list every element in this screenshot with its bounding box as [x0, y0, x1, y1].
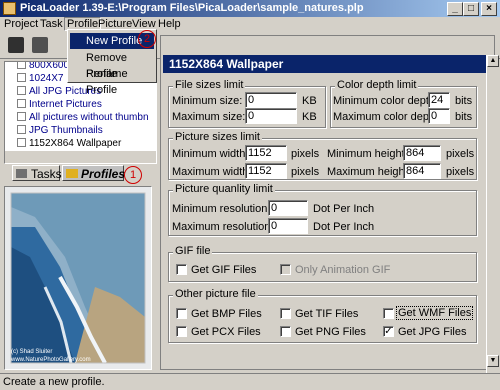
preview-image: (c) Shad Sluiter www.NaturePhotoGallery.… — [4, 186, 152, 370]
max-height-field[interactable]: 864 — [403, 163, 441, 179]
max-resolution-unit: Dot Per Inch — [313, 221, 375, 233]
photo-credit-url: www.NaturePhotoGallery.com — [11, 357, 91, 363]
max-width-unit: pixels — [291, 166, 320, 178]
menu-item-remove-profile[interactable]: Remove Profile — [70, 50, 154, 80]
min-size-unit: KB — [302, 95, 317, 107]
color-depth-caption: Color depth limit — [335, 79, 419, 91]
title-bar: PicaLoader 1.39-E:\Program Files\PicaLoa… — [0, 0, 500, 17]
status-bar: Create a new profile. — [0, 373, 500, 389]
only-animation-gif-checkbox[interactable] — [280, 264, 291, 275]
tab-profiles[interactable]: Profiles — [62, 165, 125, 181]
scroll-up-icon[interactable]: ▲ — [487, 55, 499, 67]
get-jpg-label: Get JPG Files — [398, 326, 467, 338]
beach-photo — [5, 187, 151, 369]
get-tif-checkbox[interactable] — [280, 308, 291, 319]
min-height-label: Minimum height: — [327, 148, 408, 160]
max-width-field[interactable]: 1152 — [245, 163, 287, 179]
get-bmp-checkbox[interactable] — [176, 308, 187, 319]
min-depth-label: Minimum color depth: — [333, 95, 439, 107]
only-animation-gif-label: Only Animation GIF — [295, 264, 391, 276]
checkbox-icon — [17, 125, 26, 134]
checkbox-icon — [17, 99, 26, 108]
minimize-button[interactable]: _ — [447, 2, 463, 16]
menu-task[interactable]: Task — [40, 18, 63, 30]
get-wmf-checkbox[interactable] — [383, 308, 394, 319]
checkbox-icon — [17, 138, 26, 147]
get-png-label: Get PNG Files — [295, 326, 366, 338]
settings-scrollbar[interactable]: ▲ ▼ — [486, 55, 499, 373]
get-gif-checkbox[interactable] — [176, 264, 187, 275]
checkbox-icon — [17, 86, 26, 95]
menu-project[interactable]: Project — [4, 18, 38, 30]
get-gif-label: Get GIF Files — [191, 264, 257, 276]
tree-item-wallpaper[interactable]: 1152X864 Wallpaper — [17, 137, 121, 150]
max-depth-label: Maximum color depth: — [333, 111, 442, 123]
panel-title: 1152X864 Wallpaper — [163, 55, 486, 73]
tab-tasks[interactable]: Tasks — [12, 165, 62, 181]
max-resolution-label: Maximum resolution: — [172, 221, 274, 233]
max-size-label: Maximum size: — [172, 111, 246, 123]
gif-caption: GIF file — [173, 245, 213, 257]
min-width-field[interactable]: 1152 — [245, 145, 287, 161]
menu-item-rename-profile[interactable]: Rename Profile — [70, 66, 154, 96]
get-wmf-label: Get WMF Files — [396, 306, 474, 320]
max-size-unit: KB — [302, 111, 317, 123]
tree-item-no-thumbnails[interactable]: All pictures without thumbn — [17, 111, 149, 124]
tree-item-internet[interactable]: Internet Pictures — [17, 98, 102, 111]
close-button[interactable]: × — [481, 2, 497, 16]
min-resolution-field[interactable]: 0 — [268, 200, 308, 216]
tree-item-1024x7[interactable]: 1024X7 — [17, 72, 63, 85]
open-folder-icon[interactable] — [6, 35, 26, 55]
min-resolution-label: Minimum resolution: — [172, 203, 271, 215]
app-icon — [3, 2, 16, 15]
photo-credit: (c) Shad Sluiter — [11, 349, 53, 355]
max-depth-field[interactable]: 0 — [428, 108, 450, 124]
get-pcx-label: Get PCX Files — [191, 326, 261, 338]
get-pcx-checkbox[interactable] — [176, 326, 187, 337]
min-height-field[interactable]: 864 — [403, 145, 441, 161]
min-height-unit: pixels — [446, 148, 475, 160]
min-depth-field[interactable]: 24 — [428, 92, 450, 108]
checkbox-icon — [17, 62, 26, 69]
max-size-field[interactable]: 0 — [245, 108, 297, 124]
menu-help[interactable]: Help — [158, 18, 181, 30]
min-width-unit: pixels — [291, 148, 320, 160]
min-depth-unit: bits — [455, 95, 473, 107]
profiles-icon — [66, 169, 78, 178]
file-size-caption: File sizes limit — [173, 79, 246, 91]
maximize-button[interactable]: □ — [463, 2, 479, 16]
picture-size-caption: Picture sizes limit — [173, 131, 262, 143]
tree-item-800x600[interactable]: 800X600 — [17, 62, 69, 72]
max-resolution-field[interactable]: 0 — [268, 218, 308, 234]
max-height-label: Maximum height: — [327, 166, 411, 178]
min-width-label: Minimum width: — [172, 148, 249, 160]
get-bmp-label: Get BMP Files — [191, 308, 262, 320]
other-picture-caption: Other picture file — [173, 288, 258, 300]
max-height-unit: pixels — [446, 166, 475, 178]
max-width-label: Maximum width: — [172, 166, 252, 178]
tree-item-jpg-thumbnails[interactable]: JPG Thumbnails — [17, 124, 103, 137]
checkmark-icon: ✓ — [384, 326, 393, 337]
max-depth-unit: bits — [455, 111, 473, 123]
tasks-icon — [16, 169, 27, 178]
checkbox-icon — [17, 112, 26, 121]
tree-hscroll[interactable] — [5, 150, 156, 163]
get-png-checkbox[interactable] — [280, 326, 291, 337]
quality-caption: Picture quanlity limit — [173, 183, 275, 195]
get-jpg-checkbox[interactable]: ✓ — [383, 326, 394, 337]
min-size-field[interactable]: 0 — [245, 92, 297, 108]
min-size-label: Minimum size: — [172, 95, 243, 107]
save-folder-icon[interactable] — [30, 35, 50, 55]
checkbox-icon — [17, 73, 26, 82]
min-resolution-unit: Dot Per Inch — [313, 203, 375, 215]
annotation-marker-2: 2 — [138, 30, 156, 48]
get-tif-label: Get TIF Files — [295, 308, 359, 320]
window-title: PicaLoader 1.39-E:\Program Files\PicaLoa… — [20, 2, 364, 14]
scroll-down-icon[interactable]: ▼ — [487, 355, 499, 367]
annotation-marker-1: 1 — [124, 166, 142, 184]
